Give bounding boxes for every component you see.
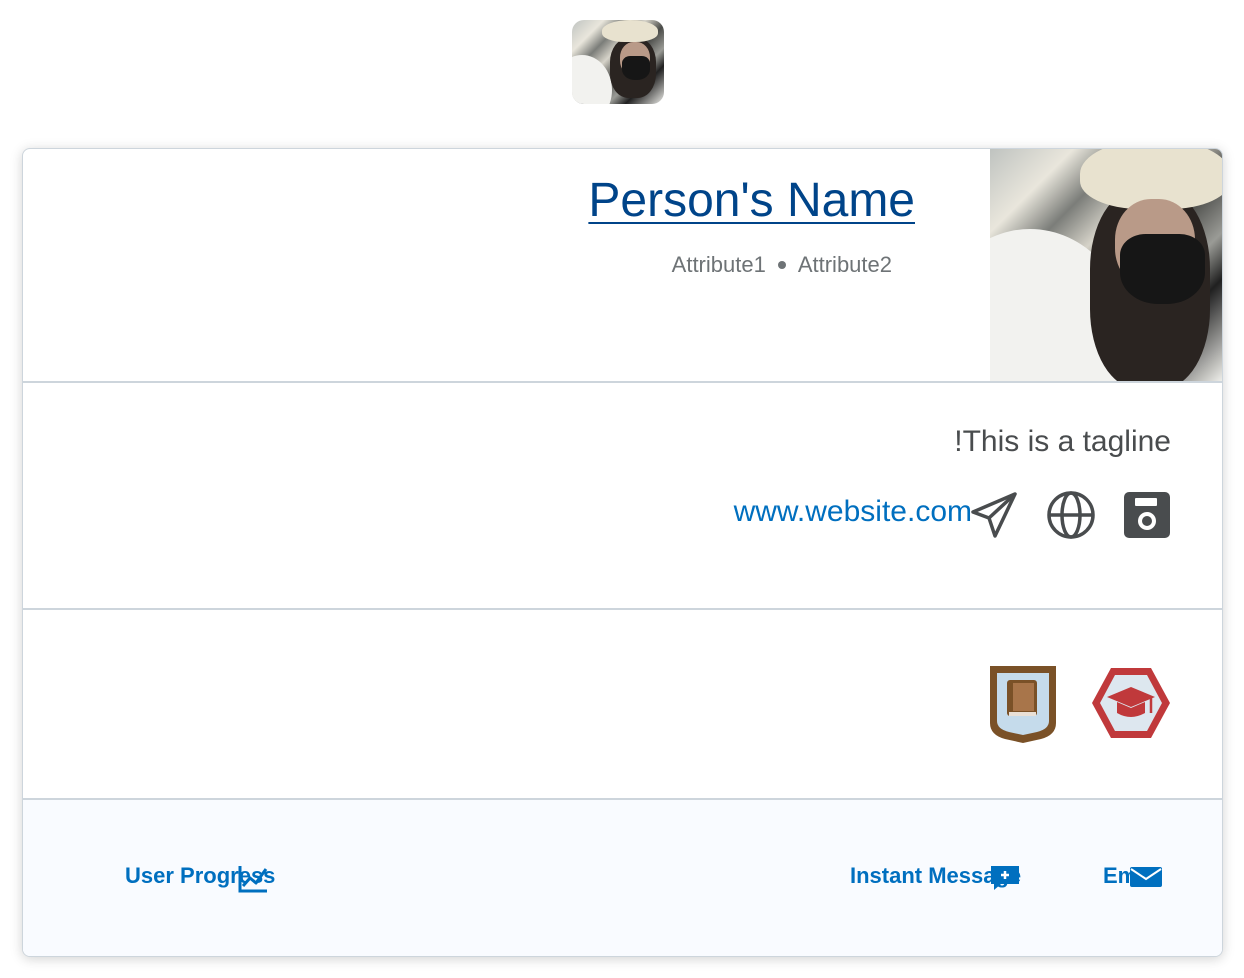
book-shield-badge-icon[interactable] — [987, 663, 1059, 750]
chat-plus-icon[interactable] — [989, 864, 1021, 897]
globe-icon[interactable] — [1045, 489, 1097, 541]
person-name-link[interactable]: Person's Name — [588, 173, 915, 228]
profile-card: Person's Name Attribute1 Attribute2 This … — [22, 148, 1223, 957]
actions-footer: User Progress Instant Message Email — [23, 800, 1222, 956]
attribute-2: Attribute2 — [797, 252, 892, 277]
attribute-1: Attribute1 — [671, 252, 766, 277]
chart-line-icon[interactable] — [237, 864, 269, 899]
profile-photo — [990, 149, 1222, 381]
website-link[interactable]: www.website.com — [734, 495, 972, 529]
graduation-cap-badge-icon[interactable] — [1089, 665, 1173, 746]
envelope-icon[interactable] — [1129, 864, 1163, 895]
separator-dot — [777, 260, 786, 269]
badges-section — [23, 610, 1222, 800]
tagline: This is a tagline! — [954, 425, 1171, 458]
attributes-line: Attribute1 Attribute2 — [672, 252, 892, 278]
top-avatar — [572, 20, 664, 104]
send-icon[interactable] — [968, 489, 1020, 541]
about-section: This is a tagline! www.website.com — [23, 383, 1222, 610]
save-icon[interactable] — [1121, 489, 1173, 541]
profile-header: Person's Name Attribute1 Attribute2 — [23, 149, 1222, 383]
